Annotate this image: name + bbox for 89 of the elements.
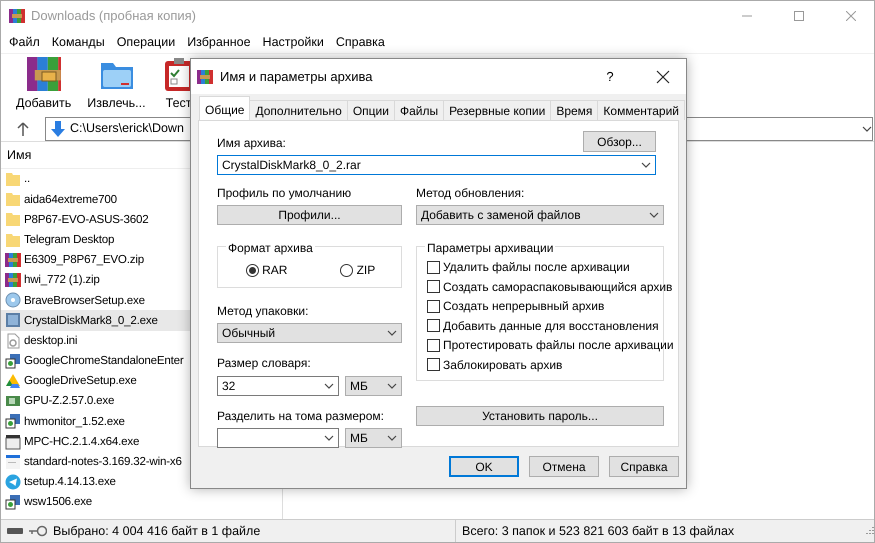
field-label: Метод обновления:	[416, 185, 526, 202]
checkbox-label[interactable]: Создать самораспаковывающийся архив	[443, 278, 672, 296]
maximize-icon	[794, 11, 804, 21]
tab[interactable]: Время	[550, 100, 598, 120]
triangle-icon	[5, 372, 21, 389]
field-label: Профиль по умолчанию	[217, 185, 352, 202]
tab[interactable]: Общие	[199, 96, 250, 120]
set-password-button[interactable]: Установить пароль...	[416, 406, 664, 426]
checkbox[interactable]	[427, 300, 440, 312]
archive-name-field[interactable]: CrystalDiskMark8_0_2.rar	[217, 155, 656, 176]
close-icon	[656, 70, 670, 84]
books-icon	[5, 252, 21, 268]
volume-size-field[interactable]	[217, 428, 339, 448]
chevron-icon[interactable]	[862, 124, 872, 134]
folder-icon	[5, 232, 21, 248]
status-text: Выбрано: 4 004 416 байт в 1 файле	[53, 522, 260, 540]
checkbox[interactable]	[427, 280, 440, 293]
document-icon	[5, 454, 21, 470]
checkbox[interactable]	[427, 319, 440, 332]
installer-icon	[5, 494, 21, 510]
dialog-button[interactable]: Отмена	[529, 456, 599, 477]
installer-icon	[5, 352, 21, 369]
folder-icon	[5, 211, 21, 228]
checkbox[interactable]	[427, 338, 440, 352]
dialog-title: Имя и параметры архива	[220, 68, 374, 86]
toolbar-button[interactable]: Извлечь...	[84, 57, 149, 113]
chevron-icon[interactable]	[324, 432, 334, 443]
tab[interactable]: Резервные копии	[443, 100, 552, 120]
file-row[interactable]: tsetup.4.14.13.exe	[1, 472, 282, 492]
checkbox-label[interactable]: Добавить данные для восстановления	[443, 316, 659, 334]
drive-icon	[7, 526, 23, 536]
help-button[interactable]: ?	[587, 62, 633, 92]
menu-item[interactable]: Файл	[3, 32, 46, 52]
menu-item[interactable]: Настройки	[256, 32, 330, 52]
window-title: Downloads (пробная копия)	[31, 7, 196, 26]
clapper-icon	[5, 434, 21, 450]
toolbar-button[interactable]: Добавить	[13, 57, 74, 113]
tab[interactable]: Дополнительно	[249, 100, 348, 120]
folder-icon	[5, 171, 21, 188]
chevron-icon[interactable]	[324, 380, 334, 390]
app-logo-icon	[9, 8, 25, 24]
field-label: Размер словаря:	[217, 355, 312, 372]
resize-grip-icon[interactable]	[864, 526, 874, 536]
menu-item[interactable]: Команды	[46, 32, 111, 52]
checkbox[interactable]	[427, 358, 440, 371]
app-icon	[5, 312, 21, 328]
tab[interactable]: Опции	[346, 100, 395, 120]
dictionary-size-field[interactable]: 32	[217, 376, 339, 396]
checkbox-label[interactable]: Протестировать файлы после архивации	[443, 336, 674, 354]
browse-button[interactable]: Обзор...	[583, 131, 656, 152]
app-logo-icon	[197, 68, 213, 84]
radio-button[interactable]	[340, 264, 354, 277]
dialog-button[interactable]: OK	[449, 456, 519, 477]
file-row[interactable]: wsw1506.exe	[1, 492, 282, 512]
compression-method-dropdown[interactable]: Обычный	[217, 323, 402, 344]
key-icon	[29, 525, 47, 537]
update-method-dropdown[interactable]: Добавить с заменой файлов	[416, 205, 664, 226]
checkbox[interactable]	[427, 260, 440, 274]
checkbox-label[interactable]: Создать непрерывный архив	[443, 297, 604, 315]
chevron-icon[interactable]	[649, 210, 659, 220]
paper-plane-icon	[5, 474, 21, 490]
file-row[interactable]: MPC-HC.2.1.4.x64.exe	[1, 431, 282, 452]
chevron-icon[interactable]	[387, 380, 397, 390]
menu-item[interactable]: Операции	[110, 32, 182, 52]
books-icon	[5, 272, 21, 288]
tab[interactable]: Комментарий	[597, 100, 686, 120]
dialog-button[interactable]: Справка	[609, 456, 679, 477]
installer-icon	[5, 413, 21, 430]
disc-icon	[5, 292, 21, 308]
profiles-button[interactable]: Профили...	[217, 205, 402, 226]
menu-item[interactable]: Избранное	[181, 32, 257, 52]
up-arrow-icon[interactable]	[17, 122, 29, 136]
radio-button[interactable]	[246, 264, 259, 277]
radio-label[interactable]: RAR	[262, 261, 288, 280]
chevron-icon[interactable]	[641, 160, 651, 170]
checkbox-label[interactable]: Заблокировать архив	[443, 356, 562, 374]
radio-label[interactable]: ZIP	[356, 261, 376, 280]
chevron-icon[interactable]	[387, 432, 397, 443]
menu-item[interactable]: Справка	[330, 32, 391, 52]
checkbox-label[interactable]: Удалить файлы после архивации	[443, 258, 630, 276]
chevron-icon[interactable]	[387, 328, 397, 338]
file-row[interactable]: standard-notes-3.169.32-win-x6	[1, 452, 282, 472]
close-icon	[846, 11, 856, 21]
books-icon	[26, 57, 61, 92]
unit-dropdown[interactable]: МБ	[345, 376, 402, 396]
folder-icon	[5, 191, 21, 208]
unit-dropdown[interactable]: МБ	[345, 428, 402, 448]
status-text: Всего: 3 папок и 523 821 603 байт в 13 файлах	[461, 522, 734, 540]
down-arrow-icon	[50, 120, 66, 136]
